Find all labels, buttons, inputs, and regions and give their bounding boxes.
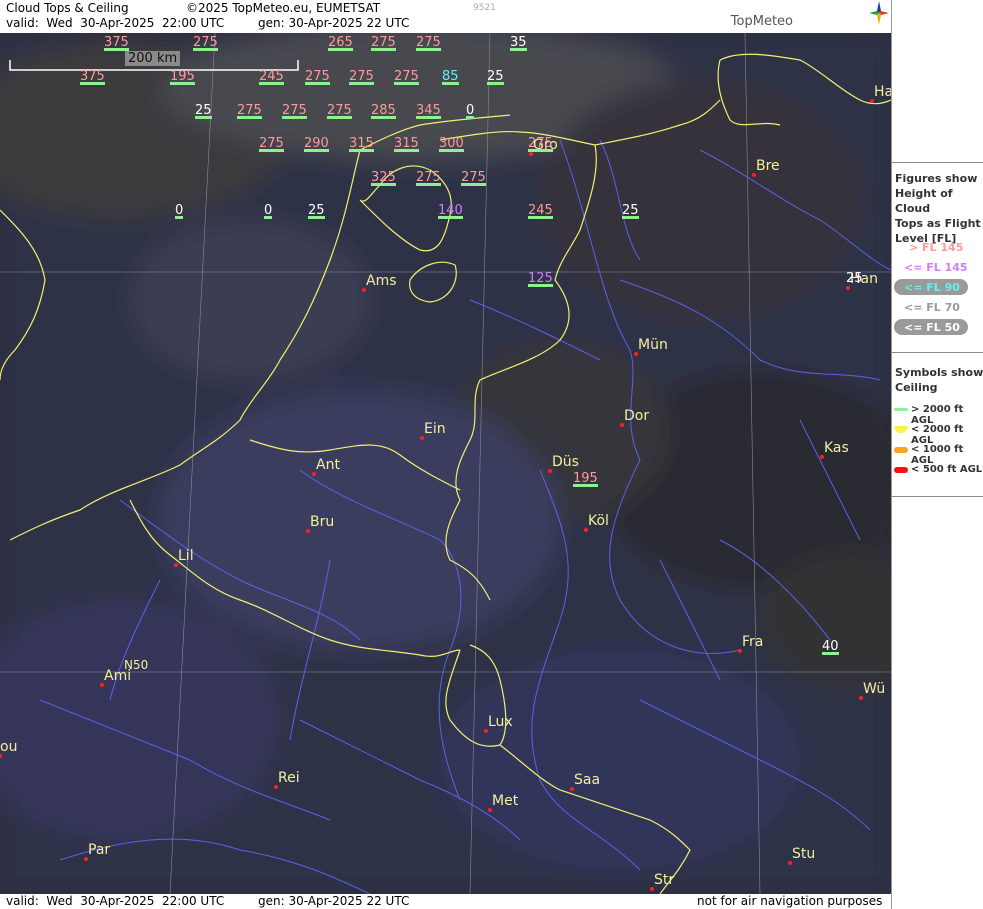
flight-level-label: 245 <box>528 203 553 219</box>
generated-time: gen: 30-Apr-2025 22 UTC <box>258 16 410 30</box>
city-label[interactable]: Met <box>492 793 518 809</box>
flight-level-label: 275 <box>528 136 553 152</box>
flight-level-label: 25 <box>622 203 639 219</box>
city-label[interactable]: Lux <box>488 714 513 730</box>
city-label[interactable]: Ams <box>366 273 397 289</box>
city-label[interactable]: Düs <box>552 454 579 470</box>
flight-level-label: 0 <box>466 103 475 119</box>
valid-time: valid: Wed 30-Apr-2025 22:00 UTC <box>6 16 225 30</box>
flight-level-label: 325 <box>371 170 396 186</box>
flight-level-label: 275 <box>305 69 330 85</box>
flight-level-label: 275 <box>282 103 307 119</box>
map-header: Cloud Tops & Ceiling ©2025 TopMeteo.eu, … <box>0 0 891 33</box>
ceiling-label-2000: < 2000 ft AGL <box>911 424 964 446</box>
satellite-map[interactable]: 200 km N50 Ha Gro Bre Ams Han Mün Ein Dor Ant Düs… <box>0 33 891 894</box>
flight-level-label: 275 <box>237 103 262 119</box>
map-title: Cloud Tops & Ceiling <box>6 1 129 15</box>
flight-level-label: 265 <box>328 35 353 51</box>
flight-level-label: 315 <box>394 136 419 152</box>
city-label[interactable]: Kas <box>824 440 849 456</box>
flight-level-label: 275 <box>416 35 441 51</box>
legend-fl-50: <= FL 50 <box>904 321 960 334</box>
scale-label: 200 km <box>125 51 181 66</box>
city-label[interactable]: Ein <box>424 421 446 437</box>
flight-level-label: 195 <box>170 69 195 85</box>
city-label[interactable]: ou <box>0 739 17 755</box>
compass-logo-icon <box>869 1 889 25</box>
ceiling-symbol-1000 <box>894 447 908 453</box>
city-label[interactable]: Str <box>654 872 674 888</box>
flight-level-label: 40 <box>822 639 839 655</box>
flight-level-label: 85 <box>442 69 459 85</box>
flight-level-label: 275 <box>371 35 396 51</box>
city-label[interactable]: Fra <box>742 634 763 650</box>
flight-level-label: 275 <box>259 136 284 152</box>
flight-level-label: 245 <box>259 69 284 85</box>
symbols-heading: Symbols show Ceiling <box>895 366 983 394</box>
city-label[interactable]: Ha <box>874 84 891 100</box>
flight-level-label: 25 <box>195 103 212 119</box>
city-label[interactable]: Mün <box>638 337 668 353</box>
flight-level-label: 25 <box>487 69 504 85</box>
flight-level-label: 375 <box>104 35 129 51</box>
flight-level-label: 275 <box>416 170 441 186</box>
city-label[interactable]: Bre <box>756 158 780 174</box>
legend-fl-145: <= FL 145 <box>904 261 968 274</box>
flight-level-label: 275 <box>193 35 218 51</box>
flight-level-label: 315 <box>349 136 374 152</box>
flight-level-label: 345 <box>416 103 441 119</box>
city-label[interactable]: Saa <box>574 772 600 788</box>
image-code: 9521 <box>473 3 496 13</box>
flight-level-label: 285 <box>371 103 396 119</box>
city-label[interactable]: Ant <box>316 457 340 473</box>
flight-level-label: 300 <box>439 136 464 152</box>
flight-level-label: 275 <box>461 170 486 186</box>
city-label[interactable]: Rei <box>278 770 300 786</box>
brand-name: TopMeteo <box>730 14 793 29</box>
footer-valid-time: valid: Wed 30-Apr-2025 22:00 UTC <box>6 894 225 908</box>
city-label[interactable]: Wü <box>863 681 885 697</box>
footer-generated-time: gen: 30-Apr-2025 22 UTC <box>258 894 410 908</box>
legend-heading: Figures show Height of Cloud Tops as Fli… <box>895 172 981 245</box>
city-label[interactable]: Köl <box>588 513 609 529</box>
city-label[interactable]: Par <box>88 842 110 858</box>
legend-divider-3 <box>892 496 983 497</box>
legend-divider <box>892 162 983 163</box>
flight-level-label: 375 <box>80 69 105 85</box>
map-footer: valid: Wed 30-Apr-2025 22:00 UTC gen: 30… <box>0 894 891 909</box>
city-label[interactable]: Dor <box>624 408 649 424</box>
city-label[interactable]: Bru <box>310 514 334 530</box>
disclaimer: not for air navigation purposes <box>697 894 883 908</box>
flight-level-label: 275 <box>327 103 352 119</box>
ceiling-symbol-above-2000 <box>894 408 908 411</box>
ceiling-label-above-2000: > 2000 ft AGL <box>911 404 964 426</box>
flight-level-label: 0 <box>175 203 184 219</box>
copyright: ©2025 TopMeteo.eu, EUMETSAT <box>186 1 381 15</box>
flight-level-label: 275 <box>394 69 419 85</box>
legend-fl-above-145: > FL 145 <box>909 241 964 254</box>
ceiling-symbol-500 <box>894 467 908 473</box>
city-label[interactable]: Lil <box>178 548 194 564</box>
ceiling-label-1000: < 1000 ft AGL <box>911 444 964 466</box>
flight-level-label: 195 <box>573 471 598 487</box>
flight-level-label: 25 <box>308 203 325 219</box>
legend-divider-2 <box>892 352 983 353</box>
legend-panel: Figures show Height of Cloud Tops as Fli… <box>891 0 983 909</box>
flight-level-label: 275 <box>349 69 374 85</box>
city-label[interactable]: Stu <box>792 846 815 862</box>
flight-level-label: 25 <box>846 271 863 286</box>
city-label[interactable]: Ami <box>104 668 131 684</box>
ceiling-label-500: < 500 ft AGL <box>911 464 983 475</box>
legend-fl-70: <= FL 70 <box>904 301 960 314</box>
legend-fl-90: <= FL 90 <box>904 281 960 294</box>
flight-level-label: 35 <box>510 35 527 51</box>
flight-level-label: 140 <box>438 203 463 219</box>
ceiling-symbol-2000 <box>894 426 908 433</box>
flight-level-label: 0 <box>264 203 273 219</box>
flight-level-label: 290 <box>304 136 329 152</box>
flight-level-label: 125 <box>528 271 553 287</box>
